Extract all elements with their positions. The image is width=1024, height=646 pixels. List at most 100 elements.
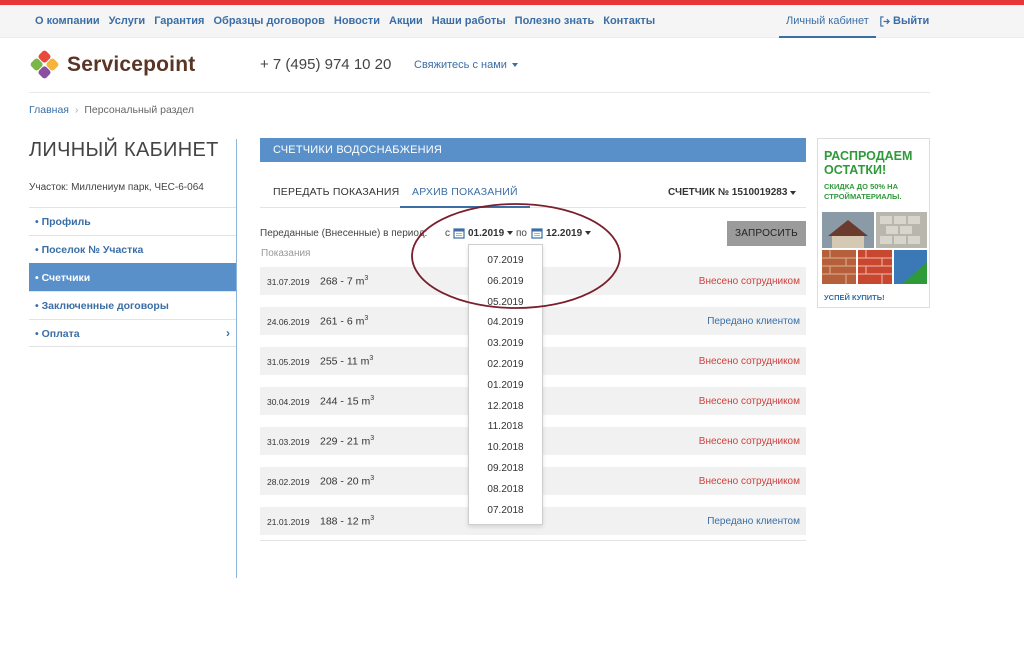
breadcrumb-current: Персональный раздел — [84, 104, 194, 116]
tab-submit-readings[interactable]: ПЕРЕДАТЬ ПОКАЗАНИЯ — [273, 186, 399, 198]
tab-readings-archive[interactable]: АРХИВ ПОКАЗАНИЙ — [400, 175, 530, 208]
building-materials-image — [822, 212, 927, 284]
dropdown-option[interactable]: 04.2019 — [469, 313, 542, 334]
to-label: по — [516, 228, 527, 239]
reading-status: Передано клиентом — [707, 316, 800, 327]
readings-divider — [260, 540, 806, 541]
caret-down-icon — [507, 231, 514, 235]
reading-value: 188 - 12 m3 — [320, 515, 374, 528]
breadcrumb: Главная › Персональный раздел — [29, 104, 194, 116]
reading-date: 31.07.2019 — [267, 277, 310, 287]
dropdown-option[interactable]: 08.2018 — [469, 480, 542, 501]
reading-status: Внесено сотрудником — [698, 396, 800, 407]
plot-info: Участок: Миллениум парк, ЧЕС-6-064 — [29, 182, 204, 193]
caret-down-icon — [585, 231, 592, 235]
dropdown-option[interactable]: 12.2018 — [469, 397, 542, 418]
reading-status: Внесено сотрудником — [698, 476, 800, 487]
top-menu-item[interactable]: Новости — [334, 15, 380, 27]
top-menu-item[interactable]: Полезно знать — [515, 15, 595, 27]
promo-subtitle: СКИДКА ДО 50% НА СТРОЙМАТЕРИАЛЫ. — [824, 182, 902, 201]
reading-value-text: 268 - 7 m — [320, 275, 365, 288]
dropdown-option[interactable]: 01.2019 — [469, 376, 542, 397]
calendar-icon — [531, 228, 543, 239]
reading-value-text: 188 - 12 m — [320, 515, 371, 528]
unit-exponent: 3 — [370, 395, 375, 402]
reading-value: 268 - 7 m3 — [320, 275, 368, 288]
logout-label: Выйти — [893, 15, 930, 27]
readings-label: Показания — [261, 248, 311, 259]
contact-us-dropdown[interactable]: Свяжитесь с нами — [414, 59, 518, 71]
sidebar-item[interactable]: • Профиль — [29, 207, 236, 235]
promo-banner[interactable]: РАСПРОДАЕМ ОСТАТКИ! СКИДКА ДО 50% НА СТР… — [817, 138, 930, 308]
dropdown-option[interactable]: 09.2018 — [469, 459, 542, 480]
top-menu-item[interactable]: Контакты — [603, 15, 655, 27]
sidebar-divider — [236, 139, 237, 578]
sidebar-item[interactable]: • Поселок № Участка — [29, 235, 236, 263]
reading-date: 24.06.2019 — [267, 317, 310, 327]
sidebar-item[interactable]: • Заключенные договоры — [29, 291, 236, 319]
query-button[interactable]: ЗАПРОСИТЬ — [727, 221, 806, 246]
sidebar-item[interactable]: • Оплата › — [29, 319, 236, 347]
from-date-select[interactable]: 01.2019 — [453, 227, 514, 239]
dropdown-option[interactable]: 11.2018 — [469, 417, 542, 438]
top-menu-item[interactable]: Образцы договоров — [213, 15, 324, 27]
logout-icon — [880, 15, 890, 27]
reading-date: 31.03.2019 — [267, 437, 310, 447]
sidebar-item-label: • Оплата — [35, 328, 80, 340]
top-menu-item[interactable]: Услуги — [109, 15, 146, 27]
page-title: ЛИЧНЫЙ КАБИНЕТ — [29, 139, 219, 161]
dropdown-option[interactable]: 05.2019 — [469, 293, 542, 314]
promo-headline: РАСПРОДАЕМ ОСТАТКИ! — [824, 149, 913, 177]
reading-value-text: 244 - 15 m — [320, 395, 371, 408]
contact-us-label: Свяжитесь с нами — [414, 59, 507, 71]
dropdown-option[interactable]: 07.2018 — [469, 501, 542, 522]
reading-date: 31.05.2019 — [267, 357, 310, 367]
dropdown-option[interactable]: 02.2019 — [469, 355, 542, 376]
top-navigation: О компании Услуги Гарантия Образцы договоро… — [0, 5, 1024, 38]
unit-exponent: 3 — [370, 435, 375, 442]
logo-mark-icon — [30, 50, 59, 79]
to-date-select[interactable]: 12.2019 — [531, 227, 592, 239]
breadcrumb-home[interactable]: Главная — [29, 104, 69, 116]
sidebar-item-label: • Поселок № Участка — [35, 244, 144, 256]
caret-down-icon — [511, 63, 518, 67]
reading-value: 255 - 11 m3 — [320, 355, 373, 368]
dropdown-option[interactable]: 10.2018 — [469, 438, 542, 459]
reading-status: Передано клиентом — [707, 516, 800, 527]
reading-value: 208 - 20 m3 — [320, 475, 374, 488]
top-menu-item[interactable]: Акции — [389, 15, 423, 27]
from-date-value: 01.2019 — [468, 227, 505, 239]
top-menu-item[interactable]: О компании — [35, 15, 100, 27]
site-logo[interactable]: Servicepoint — [29, 49, 195, 80]
meter-label: СЧЕТЧИК № 1510019283 — [668, 187, 788, 198]
unit-exponent: 3 — [364, 275, 369, 282]
unit-exponent: 3 — [364, 315, 369, 322]
top-menu-item[interactable]: Наши работы — [432, 15, 506, 27]
dropdown-option[interactable]: 06.2019 — [469, 272, 542, 293]
logout-link[interactable]: Выйти — [879, 15, 929, 27]
reading-date: 21.01.2019 — [267, 517, 310, 527]
dropdown-option[interactable]: 07.2019 — [469, 251, 542, 272]
caret-down-icon — [790, 190, 797, 195]
chevron-right-icon: › — [226, 326, 230, 340]
section-title: СЧЕТЧИКИ ВОДОСНАБЖЕНИЯ — [260, 138, 806, 162]
calendar-icon — [453, 228, 465, 239]
meter-selector[interactable]: СЧЕТЧИК № 1510019283 — [668, 187, 797, 198]
reading-value-text: 229 - 21 m — [320, 435, 371, 448]
reading-value: 261 - 6 m3 — [320, 315, 368, 328]
sidebar-item-label: • Заключенные договоры — [35, 300, 169, 312]
reading-value-text: 208 - 20 m — [320, 475, 371, 488]
sidebar-item[interactable]: • Счетчики — [29, 263, 236, 291]
dropdown-option[interactable]: 03.2019 — [469, 334, 542, 355]
unit-exponent: 3 — [370, 475, 375, 482]
to-date-value: 12.2019 — [546, 227, 583, 239]
reading-date: 28.02.2019 — [267, 477, 310, 487]
reading-status: Внесено сотрудником — [698, 276, 800, 287]
period-label: Переданные (Внесенные) в период: — [260, 228, 428, 239]
from-label: с — [445, 228, 450, 239]
phone-number: + 7 (495) 974 10 20 — [260, 56, 392, 73]
brand-name: Servicepoint — [67, 52, 196, 76]
top-menu-item[interactable]: Гарантия — [154, 15, 204, 27]
personal-cabinet-link[interactable]: Личный кабинет — [779, 5, 876, 38]
reading-date: 30.04.2019 — [267, 397, 310, 407]
